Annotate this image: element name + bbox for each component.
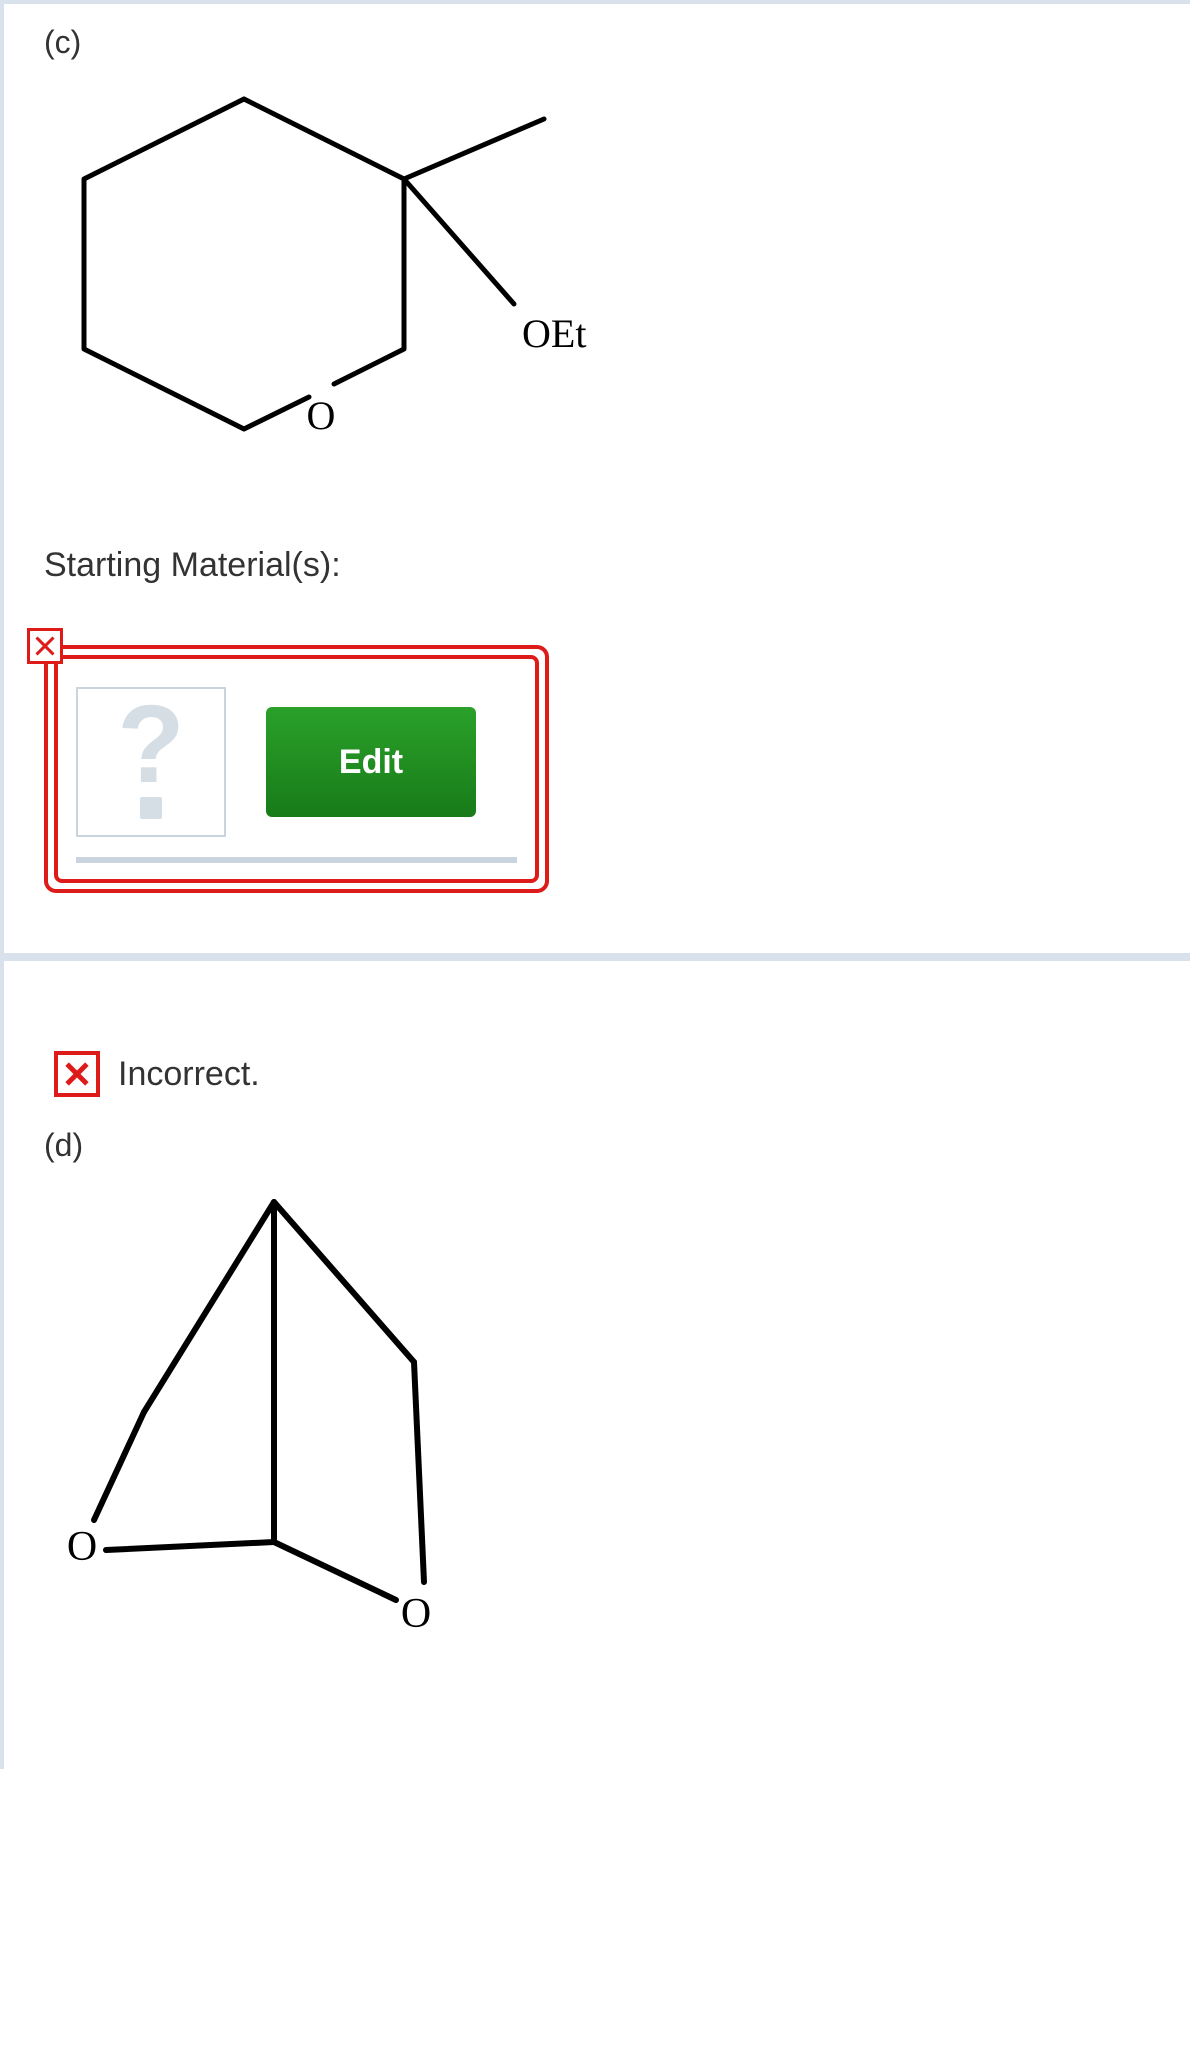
structure-placeholder[interactable]: ? — [76, 687, 226, 837]
part-label-d: (d) — [44, 1127, 1170, 1164]
molecule-c-svg: O OEt — [44, 69, 604, 509]
structure-d: O O — [44, 1172, 1170, 1679]
answer-inner-border: ? Edit — [54, 655, 539, 883]
section-label-starting-materials: Starting Material(s): — [44, 546, 1170, 585]
incorrect-icon — [54, 1051, 100, 1097]
edit-button[interactable]: Edit — [266, 707, 476, 817]
question-mark-icon: ? — [117, 706, 184, 819]
answer-row: ? Edit — [76, 687, 517, 863]
feedback-row-d: Incorrect. — [54, 1051, 1170, 1097]
feedback-text: Incorrect. — [118, 1055, 260, 1094]
atom-label-oet: OEt — [522, 311, 586, 356]
molecule-d-svg: O O — [44, 1172, 564, 1672]
answer-box-c: ? Edit — [44, 645, 549, 893]
atom-label-o-right: O — [401, 1591, 431, 1637]
part-label-c: (c) — [44, 24, 1170, 61]
structure-c: O OEt — [44, 69, 1170, 516]
incorrect-corner-icon — [27, 628, 63, 664]
question-part-d: Incorrect. (d) — [0, 957, 1190, 1769]
answer-outer-border: ? Edit — [44, 645, 549, 893]
atom-label-o-left: O — [67, 1524, 97, 1570]
question-part-c: (c) O OEt Starting Material(s): — [0, 0, 1190, 957]
atom-label-ring-o: O — [307, 393, 336, 438]
